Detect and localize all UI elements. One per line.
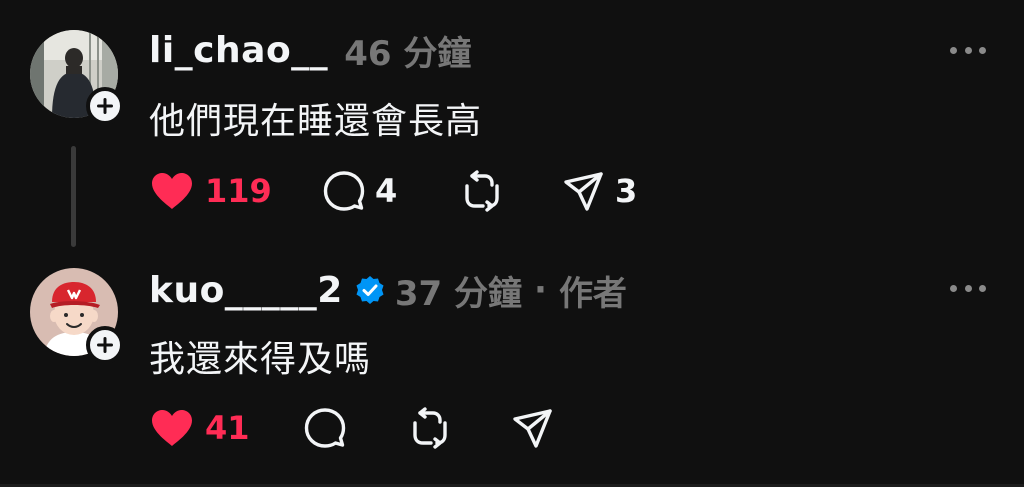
repost-arrows-icon	[465, 170, 499, 212]
heart-icon	[152, 173, 192, 209]
share-count: 3	[615, 172, 638, 210]
post-text: 他們現在睡還會長高	[149, 101, 483, 142]
reply-button[interactable]: 4	[323, 167, 397, 215]
more-options-button[interactable]	[950, 278, 986, 298]
username-link[interactable]: kuo_____2	[149, 270, 343, 311]
separator-dot: ·	[534, 270, 547, 310]
speech-bubble-icon	[304, 408, 346, 448]
post-text: 我還來得及嗎	[149, 339, 372, 380]
repost-arrows-icon	[413, 407, 447, 449]
action-bar: 41	[149, 404, 709, 452]
thread-post: kuo_____2 37 分鐘 · 作者 我還來得及嗎 41	[0, 258, 1024, 487]
follow-button[interactable]	[86, 326, 124, 364]
thread-line	[71, 146, 76, 247]
repost-button[interactable]	[461, 167, 513, 215]
like-count: 41	[205, 409, 250, 447]
more-dot	[964, 46, 972, 54]
like-button[interactable]: 41	[149, 404, 250, 452]
plus-icon	[97, 98, 113, 114]
paper-plane-icon	[513, 409, 552, 448]
plus-icon	[97, 337, 113, 353]
more-dots-icon	[950, 46, 957, 54]
username-link[interactable]: li_chao__	[149, 30, 328, 71]
more-dot	[964, 284, 972, 292]
thread-post: li_chao__ 46 分鐘 他們現在睡還會長高 119 4 3	[0, 0, 1024, 250]
author-label: 作者	[558, 273, 627, 314]
heart-icon	[152, 410, 192, 446]
verified-badge-icon	[355, 275, 385, 305]
repost-button[interactable]	[409, 404, 461, 452]
timestamp[interactable]: 46 分鐘	[344, 26, 471, 75]
more-options-button[interactable]	[950, 40, 986, 60]
like-button[interactable]: 119	[149, 167, 272, 215]
more-dots-icon	[950, 284, 957, 292]
share-button[interactable]: 3	[563, 167, 637, 215]
action-bar: 119 4 3	[149, 167, 709, 215]
follow-button[interactable]	[86, 87, 124, 125]
like-count: 119	[205, 172, 272, 210]
reply-count: 4	[375, 172, 398, 210]
paper-plane-icon	[564, 172, 603, 211]
share-button[interactable]	[512, 404, 564, 452]
reply-button[interactable]	[304, 404, 356, 452]
more-dot	[979, 284, 986, 292]
more-dot	[979, 46, 986, 54]
speech-bubble-icon	[323, 171, 365, 211]
timestamp[interactable]: 37 分鐘	[395, 266, 522, 315]
post-header: kuo_____2 37 分鐘 · 作者	[149, 266, 627, 315]
post-header: li_chao__ 46 分鐘	[149, 26, 471, 75]
